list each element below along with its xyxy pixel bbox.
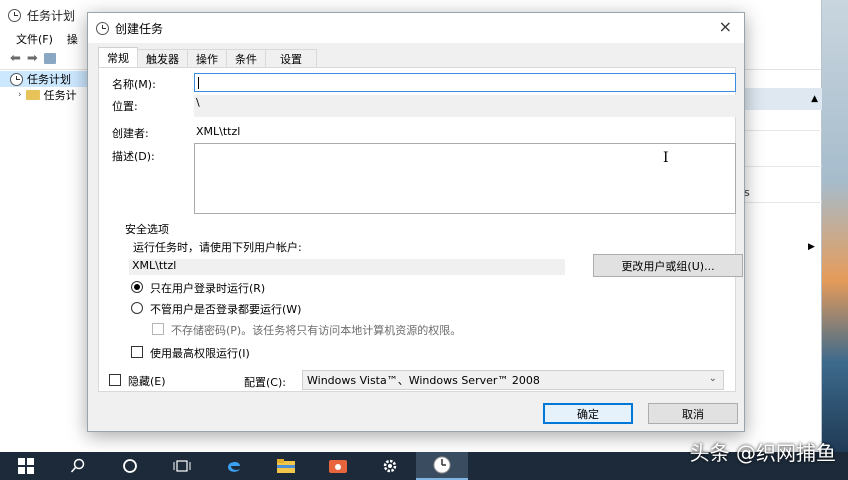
- checkbox-hidden[interactable]: [109, 374, 121, 386]
- config-value: Windows Vista™、Windows Server™ 2008: [307, 374, 540, 387]
- name-input[interactable]: [194, 73, 736, 92]
- forward-arrow-icon[interactable]: ➡: [27, 51, 38, 66]
- general-tab-panel: 名称(M): 位置: \ 创建者: XML\ttzl 描述(D): I 安全选项…: [98, 67, 743, 392]
- hidden-label[interactable]: 隐藏(E): [128, 373, 166, 389]
- security-options-title: 安全选项: [125, 223, 169, 236]
- radio-logged-on-label[interactable]: 只在用户登录时运行(R): [150, 280, 265, 296]
- text-caret: [198, 77, 199, 89]
- author-value: XML\ttzl: [196, 125, 241, 138]
- tree-item-task-scheduler[interactable]: 任务计划: [0, 71, 90, 87]
- file-explorer-icon[interactable]: [260, 452, 312, 480]
- task-scheduler-taskbar-icon[interactable]: [416, 452, 468, 480]
- ibeam-cursor-icon: I: [663, 150, 669, 166]
- search-icon[interactable]: [52, 452, 104, 480]
- windows-start-icon[interactable]: [0, 452, 52, 480]
- tab-settings[interactable]: 设置: [265, 49, 317, 68]
- run-as-prompt: 运行任务时，请使用下列用户帐户:: [133, 241, 302, 254]
- author-label: 创建者:: [112, 127, 149, 140]
- description-textarea[interactable]: I: [194, 143, 736, 214]
- close-icon[interactable]: ×: [719, 19, 732, 35]
- radio-whether-logged-on[interactable]: [131, 302, 143, 314]
- radio-logged-on[interactable]: [131, 281, 143, 293]
- edge-browser-icon[interactable]: [208, 452, 260, 480]
- config-label: 配置(C):: [244, 376, 286, 389]
- submenu-arrow-icon[interactable]: ▶: [808, 242, 815, 252]
- tree-item-library[interactable]: › 任务计: [0, 87, 90, 103]
- task-scheduler-title: 任务计划: [27, 8, 76, 23]
- create-task-dialog: 创建任务 × 常规 触发器 操作 条件 设置 名称(M): 位置: \ 创建者:…: [87, 12, 745, 432]
- menu-action[interactable]: 操: [67, 31, 78, 47]
- highest-privileges-label[interactable]: 使用最高权限运行(I): [150, 345, 250, 361]
- cancel-button[interactable]: 取消: [648, 403, 738, 424]
- checkbox-no-store-password[interactable]: [152, 323, 164, 335]
- location-label: 位置:: [112, 100, 138, 113]
- task-scheduler-tree: 任务计划 › 任务计: [0, 71, 90, 103]
- security-options-group: 安全选项 运行任务时，请使用下列用户帐户: XML\ttzl 更改用户或组(U)…: [119, 218, 743, 365]
- change-user-button[interactable]: 更改用户或组(U)...: [593, 254, 743, 277]
- media-app-icon[interactable]: [312, 452, 364, 480]
- checkbox-highest-privileges[interactable]: [131, 346, 143, 358]
- dialog-tabs: 常规 触发器 操作 条件 设置: [98, 47, 317, 68]
- task-view-icon[interactable]: [156, 452, 208, 480]
- dialog-title: 创建任务: [115, 21, 164, 36]
- ok-button[interactable]: 确定: [543, 403, 633, 424]
- watermark: 头条 @织网捕鱼: [689, 441, 836, 465]
- console-tree-icon[interactable]: [43, 53, 56, 64]
- no-store-password-label: 不存储密码(P)。该任务将只有访问本地计算机资源的权限。: [171, 324, 462, 337]
- name-label: 名称(M):: [112, 78, 156, 91]
- collapse-up-icon[interactable]: ▲: [811, 94, 818, 104]
- config-select[interactable]: Windows Vista™、Windows Server™ 2008 ⌄: [302, 370, 724, 390]
- description-label: 描述(D):: [112, 150, 155, 163]
- radio-whether-logged-on-label[interactable]: 不管用户是否登录都要运行(W): [150, 301, 301, 317]
- tree-item-label: 任务计划: [27, 73, 71, 86]
- cortana-icon[interactable]: [104, 452, 156, 480]
- tab-triggers[interactable]: 触发器: [137, 49, 188, 68]
- tab-general[interactable]: 常规: [98, 47, 138, 68]
- tab-conditions[interactable]: 条件: [226, 49, 266, 68]
- clock-icon: [96, 21, 109, 35]
- tab-actions[interactable]: 操作: [187, 49, 227, 68]
- chevron-down-icon[interactable]: ⌄: [709, 373, 717, 384]
- settings-gear-icon[interactable]: [364, 452, 416, 480]
- actions-pane-header[interactable]: ▲: [744, 88, 822, 110]
- folder-icon: [25, 90, 40, 100]
- task-scheduler-icon: [8, 8, 21, 22]
- desktop-wallpaper-edge: [822, 0, 848, 452]
- run-as-user-value: XML\ttzl: [129, 259, 565, 275]
- chevron-right-icon[interactable]: ›: [18, 90, 22, 100]
- menu-file[interactable]: 文件(F): [16, 31, 53, 47]
- location-value: \: [194, 95, 736, 117]
- back-arrow-icon[interactable]: ⬅: [10, 51, 21, 66]
- actions-pane-lines: [744, 130, 822, 238]
- tree-item-label: 任务计: [43, 89, 77, 102]
- dialog-titlebar: 创建任务: [88, 13, 744, 43]
- clock-icon: [10, 72, 23, 86]
